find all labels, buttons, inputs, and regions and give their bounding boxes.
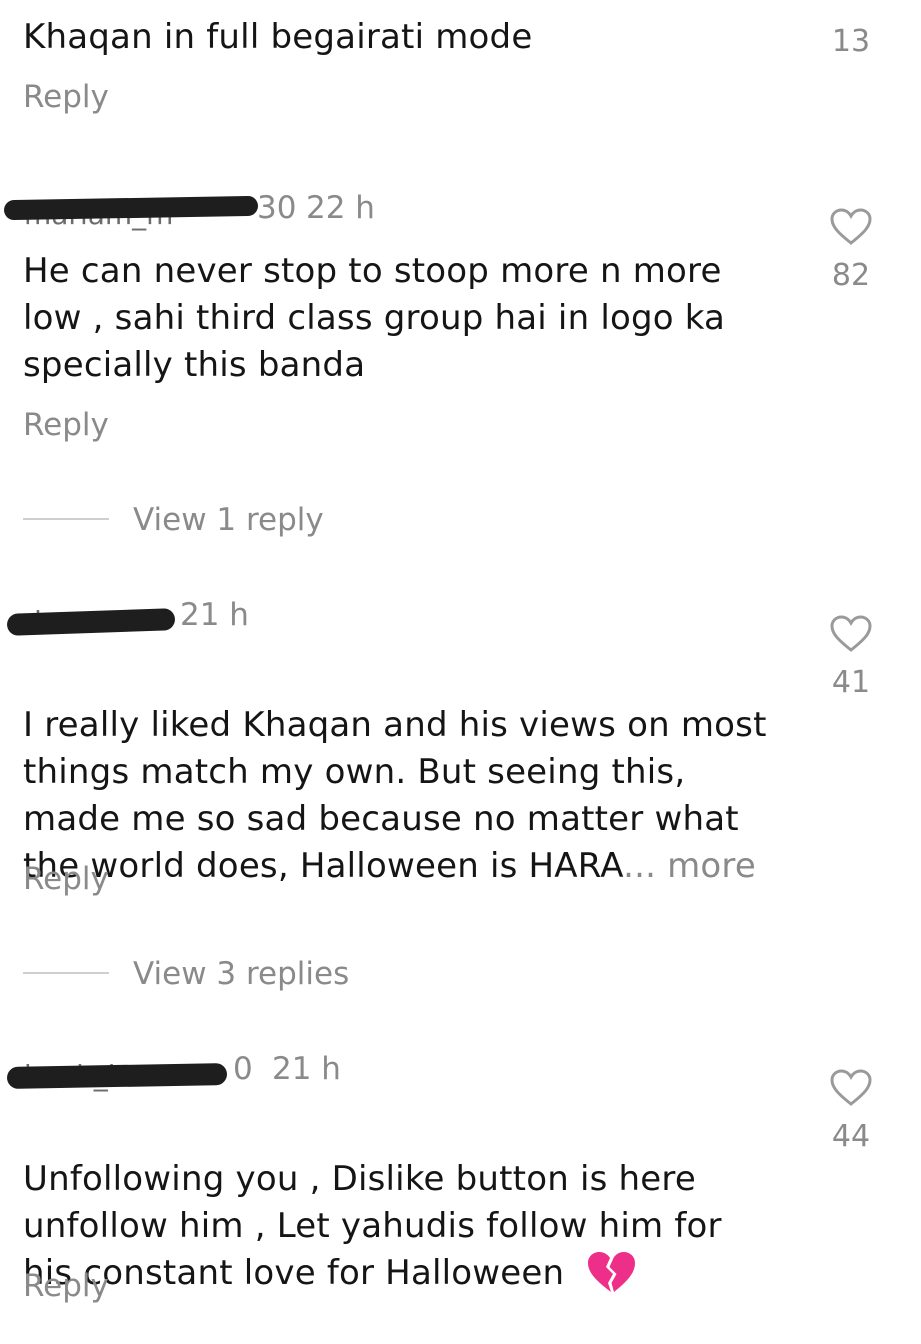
broken-heart-emoji xyxy=(585,1203,637,1292)
timestamp: 21 h xyxy=(180,597,249,633)
more-link[interactable]: ... more xyxy=(623,846,756,886)
reply-button[interactable]: Reply xyxy=(23,1268,109,1304)
username-suffix: 0 xyxy=(233,1051,253,1087)
like-count: 82 xyxy=(831,258,871,293)
like-count: 13 xyxy=(831,24,871,59)
redaction-mark xyxy=(3,195,259,221)
timestamp: 22 h xyxy=(306,190,375,226)
like-count: 41 xyxy=(831,665,871,700)
reply-button[interactable]: Reply xyxy=(23,861,109,897)
heart-icon-partial[interactable] xyxy=(833,0,873,10)
comment-text: Khaqan in full begairati mode xyxy=(23,17,533,57)
heart-icon[interactable] xyxy=(829,207,873,247)
heart-icon[interactable] xyxy=(829,614,873,654)
username-suffix: 30 xyxy=(257,190,297,226)
reply-button[interactable]: Reply xyxy=(23,407,109,443)
comment-text: I really liked Khaqan and his views on m… xyxy=(23,655,803,890)
redaction-mark xyxy=(6,1063,228,1089)
thread-line xyxy=(23,972,109,974)
comment-text: He can never stop to stoop more n more l… xyxy=(23,251,726,385)
timestamp: 21 h xyxy=(272,1051,341,1087)
thread-line xyxy=(23,518,109,520)
view-replies-link[interactable]: View 3 replies xyxy=(133,956,349,992)
reply-button[interactable]: Reply xyxy=(23,79,109,115)
comment-text: Unfollowing you , Dislike button is here… xyxy=(23,1109,803,1344)
heart-icon[interactable] xyxy=(829,1068,873,1108)
view-replies-link[interactable]: View 1 reply xyxy=(133,502,324,538)
redaction-mark xyxy=(6,608,176,636)
like-count: 44 xyxy=(831,1119,871,1154)
